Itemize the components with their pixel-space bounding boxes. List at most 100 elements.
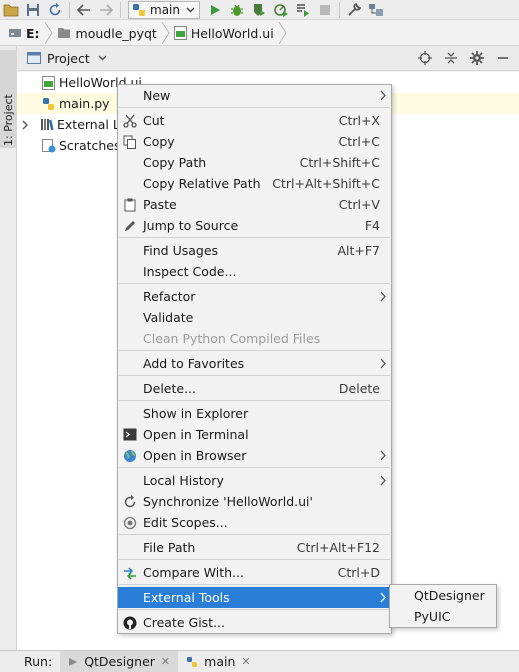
menu-item-label: Synchronize 'HelloWorld.ui': [143, 494, 313, 509]
menu-item-validate[interactable]: Validate: [118, 307, 391, 328]
open-folder-button[interactable]: [0, 1, 22, 19]
menu-item-refactor[interactable]: Refactor: [118, 286, 391, 307]
run-tab-qtdesigner[interactable]: QtDesigner ✕: [60, 651, 179, 672]
menu-item-shortcut: Ctrl+C: [338, 134, 380, 149]
debug-button[interactable]: [226, 1, 248, 19]
globe-icon: [122, 448, 137, 463]
save-button[interactable]: [22, 1, 44, 19]
stop-icon: [319, 4, 330, 15]
menu-separator: [119, 467, 390, 468]
sync-button[interactable]: [44, 1, 66, 19]
menu-item-cut[interactable]: Cut Ctrl+X: [118, 110, 391, 131]
terminal-icon: [122, 427, 137, 442]
menu-item-edit-scopes[interactable]: Edit Scopes...: [118, 512, 391, 533]
menu-item-find-usages[interactable]: Find Usages Alt+F7: [118, 240, 391, 261]
scratches-icon: [42, 138, 56, 152]
stop-button[interactable]: [314, 1, 336, 19]
close-icon[interactable]: ✕: [241, 655, 250, 668]
profile-button[interactable]: [270, 1, 292, 19]
menu-item-external-tools[interactable]: External Tools: [118, 587, 391, 608]
breadcrumb-folder[interactable]: moudle_pyqt: [53, 23, 161, 43]
menu-item-add-to-favorites[interactable]: Add to Favorites: [118, 353, 391, 374]
compare-icon: [122, 565, 137, 580]
run-configuration-select[interactable]: main: [128, 0, 200, 19]
locate-button[interactable]: [417, 50, 433, 66]
library-icon: [41, 119, 54, 131]
chevron-right-icon: [380, 592, 386, 603]
scope-icon: [122, 515, 137, 530]
run-tab-label: QtDesigner: [84, 654, 155, 669]
menu-item-inspect-code[interactable]: Inspect Code...: [118, 261, 391, 282]
menu-item-new[interactable]: New: [118, 85, 391, 106]
breadcrumb-file-label: HelloWorld.ui: [190, 25, 274, 41]
profiler-icon: [274, 3, 288, 17]
menu-item-delete[interactable]: Delete... Delete: [118, 378, 391, 399]
project-settings-button[interactable]: [469, 50, 485, 66]
folder-icon: [57, 28, 70, 38]
github-icon: [122, 615, 137, 630]
folder-icon: [3, 4, 19, 16]
minimize-icon: [498, 57, 508, 59]
collapse-all-button[interactable]: [443, 50, 459, 66]
paste-icon: [122, 197, 137, 212]
settings-wrench-button[interactable]: [343, 1, 365, 19]
coverage-button[interactable]: [248, 1, 270, 19]
qt-file-icon: [42, 75, 55, 90]
gear-icon: [470, 51, 484, 65]
forward-button[interactable]: [95, 1, 117, 19]
project-view-selector[interactable]: Project: [27, 51, 107, 66]
run-button[interactable]: [204, 1, 226, 19]
pencil-icon: [122, 218, 137, 233]
menu-item-copy-path[interactable]: Copy Path Ctrl+Shift+C: [118, 152, 391, 173]
breadcrumb-separator-icon: [161, 22, 170, 44]
menu-item-show-in-explorer[interactable]: Show in Explorer: [118, 403, 391, 424]
run-configuration-label: main: [150, 2, 180, 17]
submenu-item-pyuic[interactable]: PyUIC: [414, 609, 451, 624]
menu-item-paste[interactable]: Paste Ctrl+V: [118, 194, 391, 215]
run-list-button[interactable]: [292, 1, 314, 19]
menu-item-shortcut: Ctrl+Alt+Shift+C: [272, 176, 380, 191]
menu-item-synchronize[interactable]: Synchronize 'HelloWorld.ui': [118, 491, 391, 512]
menu-separator: [119, 107, 390, 108]
menu-item-copy[interactable]: Copy Ctrl+C: [118, 131, 391, 152]
chevron-right-icon[interactable]: [21, 120, 29, 130]
menu-item-open-in-browser[interactable]: Open in Browser: [118, 445, 391, 466]
project-tool-window-label: 1: Project: [2, 94, 15, 146]
menu-separator: [119, 584, 390, 585]
scissors-icon: [122, 113, 137, 128]
menu-item-copy-relative-path[interactable]: Copy Relative Path Ctrl+Alt+Shift+C: [118, 173, 391, 194]
menu-item-label: Create Gist...: [143, 615, 226, 630]
close-icon[interactable]: ✕: [161, 655, 170, 668]
drive-icon: [9, 29, 21, 37]
menu-separator: [119, 400, 390, 401]
menu-item-open-in-terminal[interactable]: Open in Terminal: [118, 424, 391, 445]
menu-item-jump-to-source[interactable]: Jump to Source F4: [118, 215, 391, 236]
menu-item-label: Copy Relative Path: [143, 176, 261, 191]
menu-item-shortcut: Ctrl+D: [337, 565, 380, 580]
external-tools-submenu: QtDesigner PyUIC: [389, 584, 497, 628]
structure-button[interactable]: [365, 1, 387, 19]
toolbar-separator: [338, 1, 340, 18]
submenu-item-qtdesigner[interactable]: QtDesigner: [414, 588, 485, 603]
menu-item-create-gist[interactable]: Create Gist...: [118, 612, 391, 633]
menu-item-label: Inspect Code...: [143, 264, 237, 279]
menu-item-shortcut: Ctrl+Alt+F12: [296, 540, 380, 555]
python-icon: [133, 3, 145, 16]
breadcrumb-file[interactable]: HelloWorld.ui: [170, 23, 278, 43]
toolbar-separator: [69, 1, 70, 18]
navigation-breadcrumb: E: moudle_pyqt HelloWorld.ui: [0, 21, 519, 46]
play-icon: [69, 657, 78, 666]
shield-run-icon: [253, 3, 265, 16]
run-tab-main[interactable]: main ✕: [178, 651, 258, 672]
python-file-icon: [43, 97, 54, 110]
hide-panel-button[interactable]: [495, 50, 511, 66]
menu-item-label: Edit Scopes...: [143, 515, 228, 530]
breadcrumb-drive[interactable]: E:: [4, 23, 44, 43]
refresh-icon: [49, 2, 61, 15]
menu-item-label: New: [143, 88, 171, 103]
back-button[interactable]: [73, 1, 95, 19]
menu-item-file-path[interactable]: File Path Ctrl+Alt+F12: [118, 537, 391, 558]
menu-item-compare-with[interactable]: Compare With... Ctrl+D: [118, 562, 391, 583]
menu-item-label: Copy Path: [143, 155, 207, 170]
menu-item-local-history[interactable]: Local History: [118, 470, 391, 491]
